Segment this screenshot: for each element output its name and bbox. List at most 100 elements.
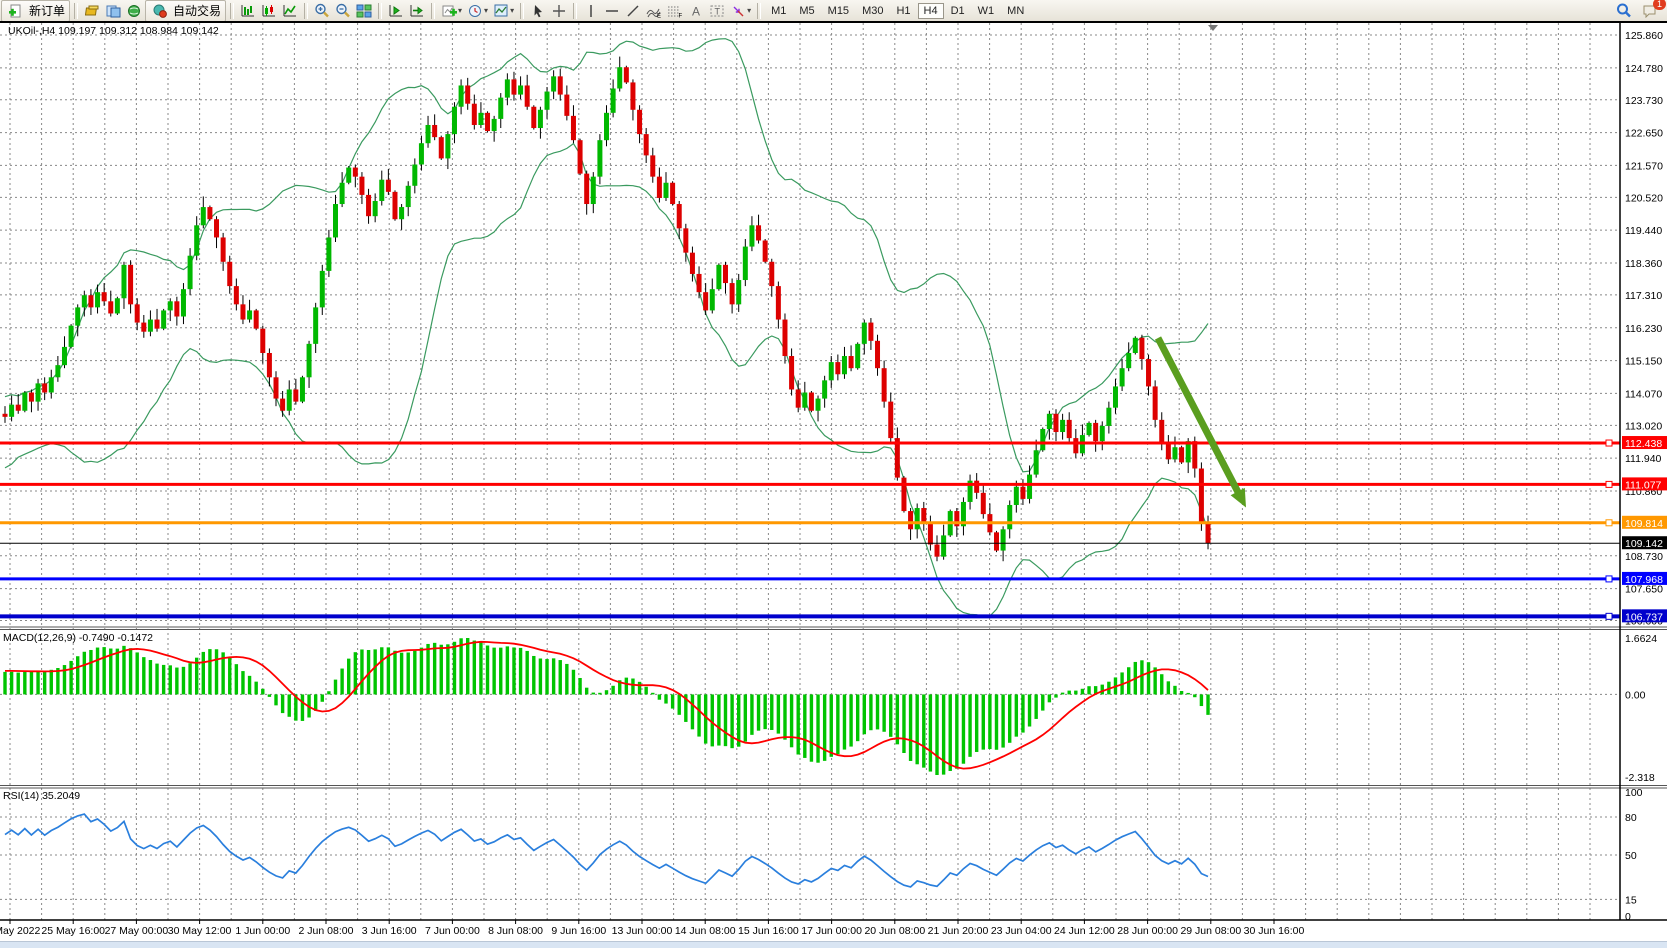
svg-text:1 Jun 00:00: 1 Jun 00:00 [235,925,290,937]
svg-text:13 Jun 00:00: 13 Jun 00:00 [612,925,673,937]
svg-text:0: 0 [1625,911,1631,923]
tab-timeframe-h1[interactable]: H1 [890,3,916,19]
zoom-in-icon[interactable] [312,2,332,20]
svg-text:121.570: 121.570 [1625,160,1663,172]
separator [520,3,524,19]
svg-text:116.230: 116.230 [1625,323,1662,335]
svg-text:21 Jun 20:00: 21 Jun 20:00 [928,925,989,937]
text-label-icon[interactable]: T [707,2,727,20]
notifications-icon[interactable]: 1 [1640,2,1660,20]
main-toolbar: 新订单 自动交易 ▾ ▾ [0,0,1667,21]
tile-windows-icon[interactable] [354,2,374,20]
separator [304,3,308,19]
separator [757,3,761,19]
tab-timeframe-m5[interactable]: M5 [793,3,820,19]
arrow-objects-icon[interactable] [728,2,748,20]
svg-text:1.6624: 1.6624 [1625,633,1657,645]
svg-text:120.520: 120.520 [1625,192,1663,204]
svg-text:27 May 00:00: 27 May 00:00 [105,925,169,937]
market-watch-icon[interactable] [82,2,102,20]
svg-text:30 May 12:00: 30 May 12:00 [168,925,232,937]
svg-text:25 May 16:00: 25 May 16:00 [41,925,105,937]
svg-text:7 Jun 00:00: 7 Jun 00:00 [425,925,480,937]
auto-trading-label: 自动交易 [173,2,221,19]
svg-text:2 Jun 08:00: 2 Jun 08:00 [299,925,354,937]
macd-panel [3,638,1209,775]
svg-text:108.730: 108.730 [1625,551,1663,563]
trendline-icon[interactable] [623,2,643,20]
auto-trading-icon [150,2,170,20]
notification-badge: 1 [1653,0,1666,10]
separator [230,3,234,19]
svg-text:29 Jun 08:00: 29 Jun 08:00 [1180,925,1241,937]
chevron-down-icon[interactable]: ▾ [747,6,751,15]
svg-text:-2.318: -2.318 [1625,772,1655,784]
cursor-icon[interactable] [528,2,548,20]
chart-shift-icon[interactable] [407,2,427,20]
network-icon[interactable] [124,2,144,20]
tab-timeframe-m1[interactable]: M1 [765,3,792,19]
rsi-label: RSI(14) 35.2049 [3,790,80,802]
svg-text:50: 50 [1625,850,1637,862]
auto-trading-button[interactable]: 自动交易 [145,0,226,22]
level-lines[interactable]: 112.438111.077109.814109.142107.968106.7… [0,436,1667,623]
svg-text:109.814: 109.814 [1625,518,1663,530]
chevron-down-icon[interactable]: ▾ [510,6,514,15]
new-order-label: 新订单 [29,2,65,19]
svg-text:124.780: 124.780 [1625,63,1663,75]
svg-text:115.150: 115.150 [1625,356,1662,368]
horizontal-line-icon[interactable] [602,2,622,20]
svg-text:119.440: 119.440 [1625,225,1662,237]
auto-scroll-icon[interactable] [386,2,406,20]
period-clock-icon[interactable] [465,2,485,20]
vertical-line-icon[interactable] [581,2,601,20]
chart-shift-marker[interactable] [1208,25,1218,31]
tab-timeframe-m15[interactable]: M15 [822,3,855,19]
chart-area[interactable]: 125.860124.780123.730122.650121.570120.5… [0,23,1667,947]
candlestick-chart-icon[interactable] [259,2,279,20]
svg-text:8 Jun 08:00: 8 Jun 08:00 [488,925,543,937]
separator [74,3,78,19]
svg-text:T: T [714,6,720,16]
svg-text:107.968: 107.968 [1625,574,1663,586]
chart-template-icon[interactable] [491,2,511,20]
separator [431,3,435,19]
rsi-axis-labels: 100 80 50 15 0 [1625,787,1643,923]
svg-text:117.310: 117.310 [1625,290,1662,302]
tab-timeframe-mn[interactable]: MN [1001,3,1030,19]
svg-text:123.730: 123.730 [1625,95,1663,107]
svg-text:100: 100 [1625,787,1643,799]
chevron-down-icon[interactable]: ▾ [484,6,488,15]
svg-text:23 Jun 04:00: 23 Jun 04:00 [991,925,1052,937]
new-chart-icon[interactable] [439,2,459,20]
tab-timeframe-h4[interactable]: H4 [918,3,944,19]
separator [573,3,577,19]
svg-text:80: 80 [1625,812,1637,824]
crosshair-icon[interactable] [549,2,569,20]
navigator-icon[interactable] [103,2,123,20]
equidistant-channel-icon[interactable]: E [644,2,664,20]
zoom-out-icon[interactable] [333,2,353,20]
svg-text:15: 15 [1625,894,1637,906]
search-icon[interactable] [1614,2,1634,20]
svg-text:A: A [692,4,700,18]
line-chart-icon[interactable] [280,2,300,20]
tab-timeframe-d1[interactable]: D1 [945,3,971,19]
svg-text:17 Jun 00:00: 17 Jun 00:00 [801,925,862,937]
svg-text:114.070: 114.070 [1625,388,1662,400]
svg-text:111.940: 111.940 [1625,453,1662,465]
svg-text:F: F [679,13,683,18]
text-icon[interactable]: A [686,2,706,20]
svg-text:15 Jun 16:00: 15 Jun 16:00 [738,925,799,937]
tab-timeframe-m30[interactable]: M30 [856,3,889,19]
panel-separators[interactable] [0,23,1667,920]
new-order-button[interactable]: 新订单 [1,0,70,22]
rsi-levels [0,817,1620,899]
fibonacci-icon[interactable]: F [665,2,685,20]
tab-timeframe-w1[interactable]: W1 [972,3,1001,19]
macd-label: MACD(12,26,9) -0.7490 -0.1472 [3,632,153,644]
bar-chart-icon[interactable] [238,2,258,20]
chevron-down-icon[interactable]: ▾ [458,6,462,15]
macd-axis-labels: 1.66240.00-2.318 [1625,633,1657,784]
svg-text:125.860: 125.860 [1625,30,1663,42]
